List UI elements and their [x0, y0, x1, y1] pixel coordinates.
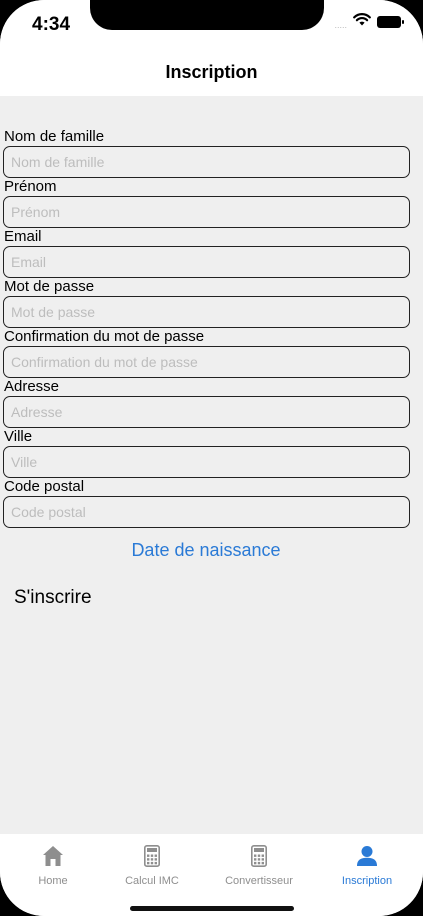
last-name-label: Nom de famille — [4, 128, 105, 145]
first-name-field[interactable] — [3, 196, 410, 228]
tab-converter-label: Convertisseur — [225, 875, 293, 887]
tab-inscription-label: Inscription — [341, 875, 393, 887]
registration-form: Nom de famille Prénom Email Mot de passe… — [0, 128, 423, 528]
postal-code-field[interactable] — [3, 496, 410, 528]
password-label: Mot de passe — [4, 278, 95, 295]
tab-bmi-label: Calcul IMC — [125, 875, 179, 887]
status-time: 4:34 — [32, 14, 71, 35]
city-label: Ville — [4, 428, 33, 445]
home-icon — [42, 844, 64, 868]
tab-bar: Home Calcul IMC Convertisseur Inscriptio… — [0, 834, 423, 916]
tab-inscription[interactable]: Inscription — [314, 834, 420, 894]
person-icon — [356, 844, 378, 868]
tab-home[interactable]: Home — [0, 834, 106, 894]
status-icons: ..... — [334, 13, 404, 31]
register-button[interactable]: S'inscrire — [14, 587, 92, 609]
password-field[interactable] — [3, 296, 410, 328]
battery-icon — [377, 16, 404, 28]
password-confirm-label: Confirmation du mot de passe — [4, 328, 205, 345]
postal-code-label: Code postal — [4, 478, 85, 495]
last-name-field[interactable] — [3, 146, 410, 178]
address-label: Adresse — [4, 378, 60, 395]
tab-bmi[interactable]: Calcul IMC — [99, 834, 205, 894]
birth-date-button[interactable]: Date de naissance — [0, 540, 412, 561]
phone-screen: 4:34 ..... Inscription Nom de famille Pr… — [0, 0, 423, 916]
address-field[interactable] — [3, 396, 410, 428]
page-title: Inscription — [165, 61, 258, 82]
wifi-icon — [353, 13, 371, 31]
calculator-icon — [251, 844, 267, 868]
navigation-bar: Inscription — [0, 48, 423, 96]
first-name-label: Prénom — [4, 178, 57, 195]
email-label: Email — [4, 228, 42, 245]
signal-icon: ..... — [334, 20, 347, 30]
status-bar: 4:34 ..... — [0, 0, 423, 48]
tab-home-label: Home — [38, 875, 68, 887]
email-field[interactable] — [3, 246, 410, 278]
password-confirm-field[interactable] — [3, 346, 410, 378]
home-indicator — [130, 906, 294, 911]
city-field[interactable] — [3, 446, 410, 478]
tab-converter[interactable]: Convertisseur — [206, 834, 312, 894]
calculator-icon — [144, 844, 160, 868]
device-notch — [90, 0, 324, 30]
